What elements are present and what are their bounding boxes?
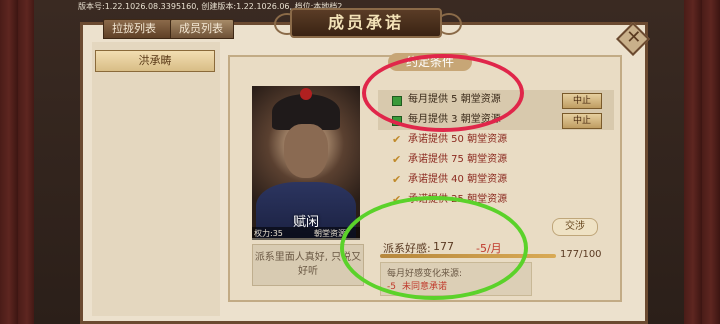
condition-text: 承诺提供 50 朝堂资源 (408, 134, 508, 145)
condition-row[interactable]: ✔ 承诺提供 50 朝堂资源 (378, 130, 614, 150)
condition-text: 承诺提供 75 朝堂资源 (408, 154, 508, 165)
check-icon: ✔ (392, 153, 402, 166)
condition-row[interactable]: ✔ 承诺提供 40 朝堂资源 (378, 170, 614, 190)
check-icon: ✔ (392, 173, 402, 186)
face-shape (284, 124, 328, 178)
page-title: 成员承诺 (290, 8, 442, 38)
tab-recruit-list[interactable]: 拉拢列表 (103, 19, 173, 39)
member-item-selected[interactable]: 洪承畴 (95, 50, 215, 72)
condition-row[interactable]: ✔ 承诺提供 75 朝堂资源 (378, 150, 614, 170)
hat-button-icon (300, 88, 312, 100)
check-icon: ✔ (392, 133, 402, 146)
close-x-icon: ✕ (626, 27, 642, 49)
favor-total: 177/100 (560, 249, 602, 260)
power-label: 权力:35 (254, 229, 283, 238)
annotation-green-circle (340, 196, 528, 300)
stop-button[interactable]: 中止 (562, 93, 602, 109)
tab-member-list[interactable]: 成员列表 (170, 19, 234, 39)
annotation-red-circle (362, 54, 524, 132)
condition-text: 承诺提供 40 朝堂资源 (408, 174, 508, 185)
negotiate-button[interactable]: 交涉 (552, 218, 598, 236)
member-sidebar (92, 42, 220, 316)
stop-button[interactable]: 中止 (562, 113, 602, 129)
